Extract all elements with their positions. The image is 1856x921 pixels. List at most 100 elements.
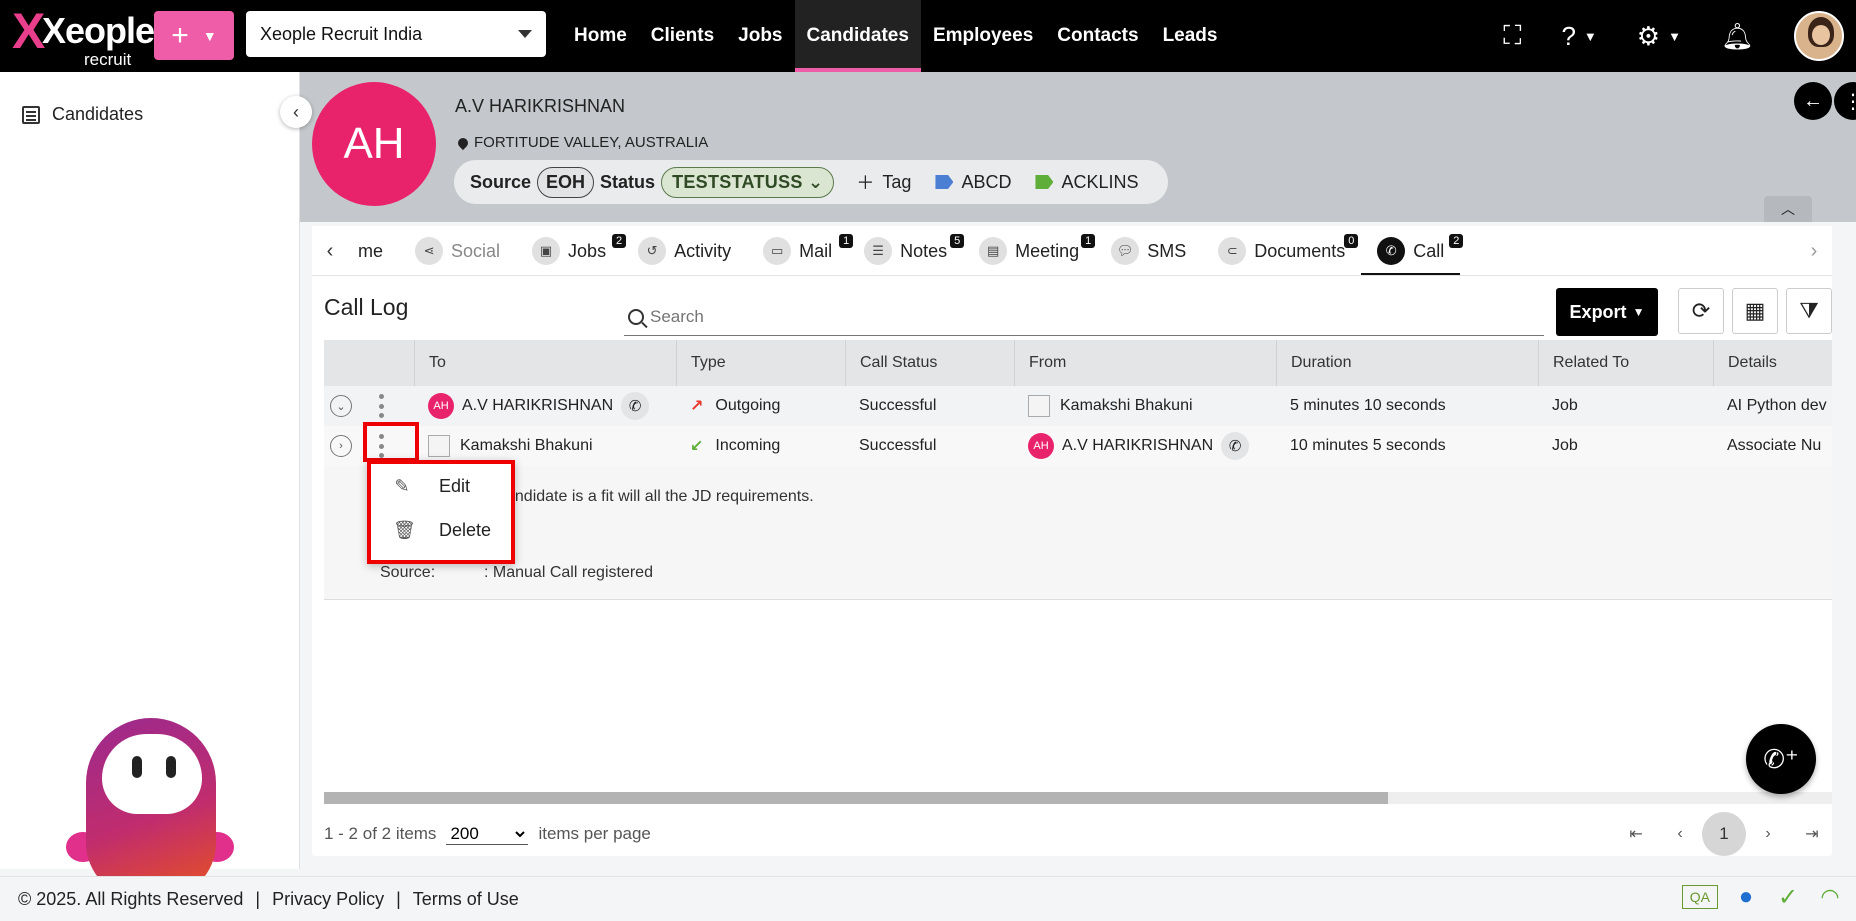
last-page-button[interactable]: ⇥ xyxy=(1790,812,1834,856)
column-from[interactable]: From xyxy=(1014,340,1276,386)
tag-icon xyxy=(1035,175,1054,189)
collapse-header-button[interactable]: ︿ xyxy=(1764,196,1812,222)
calendar-icon: ▦ xyxy=(1744,298,1766,323)
nav-employees[interactable]: Employees xyxy=(921,0,1045,72)
nav-clients[interactable]: Clients xyxy=(639,0,726,72)
column-related-to[interactable]: Related To xyxy=(1538,340,1713,386)
notification-bell-icon[interactable]: 🔔︎ xyxy=(1721,21,1754,52)
detail-source-value: : Manual Call registered xyxy=(484,564,653,581)
column-call-status[interactable]: Call Status xyxy=(845,340,1014,386)
chevron-down-icon: ⌄ xyxy=(808,171,824,192)
trash-icon: 🗑︎ xyxy=(393,520,416,540)
tab-mail[interactable]: ▭ Mail 1 xyxy=(747,226,854,275)
tab-activity[interactable]: ↺ Activity xyxy=(622,226,747,275)
column-to[interactable]: To xyxy=(414,340,676,386)
edit-menu-item[interactable]: ✎ Edit xyxy=(393,476,470,497)
column-type[interactable]: Type xyxy=(676,340,845,386)
footer: © 2025. All Rights Reserved | Privacy Po… xyxy=(0,876,1856,921)
back-arrow-button[interactable]: ← xyxy=(1794,82,1832,120)
caret-down-icon: ▼ xyxy=(1632,305,1645,319)
dropdown-arrow-icon xyxy=(518,30,532,38)
sidebar-item-candidates[interactable]: Candidates xyxy=(22,104,143,125)
phone-call-button[interactable]: ✆ xyxy=(1221,432,1250,460)
broken-image xyxy=(428,435,450,457)
tab-jobs[interactable]: ▣ Jobs 2 xyxy=(516,226,627,275)
prev-page-button[interactable]: ‹ xyxy=(1658,812,1702,856)
tab-home[interactable]: me xyxy=(342,226,399,275)
candidate-header: AH A.V HARIKRISHNAN FORTITUDE VALLEY, AU… xyxy=(300,72,1856,222)
quick-add-button[interactable]: + ▼ xyxy=(154,11,234,60)
tag-acklins[interactable]: ACKLINS xyxy=(1035,172,1138,193)
delete-menu-item[interactable]: 🗑︎ Delete xyxy=(393,520,491,541)
inbox-icon: ▭ xyxy=(763,237,792,265)
location-pin-icon xyxy=(455,135,471,150)
terms-of-use-link[interactable]: Terms of Use xyxy=(413,889,519,910)
next-page-button[interactable]: › xyxy=(1746,812,1790,856)
user-account-icon[interactable]: ● xyxy=(1732,883,1760,911)
candidate-avatar: AH xyxy=(312,82,436,206)
add-call-button[interactable]: ✆⁺ xyxy=(1746,724,1816,794)
current-page[interactable]: 1 xyxy=(1702,812,1746,856)
sidebar-collapse-button[interactable]: ‹ xyxy=(280,96,312,128)
tab-documents[interactable]: ⊂ Documents 0 xyxy=(1202,226,1361,275)
tab-sms[interactable]: 💬︎ SMS xyxy=(1095,226,1202,275)
tab-meeting[interactable]: ▤ Meeting 1 xyxy=(963,226,1096,275)
meeting-icon: ▤ xyxy=(979,237,1008,265)
left-sidebar: Candidates xyxy=(0,72,300,921)
phone-call-button[interactable]: ✆ xyxy=(621,392,650,420)
xeople-logo[interactable]: X Xeople recruit xyxy=(12,4,155,69)
tab-notes[interactable]: ☰ Notes 5 xyxy=(848,226,965,275)
table-row[interactable]: › Kamakshi Bhakuni ↙ Incoming Successful … xyxy=(324,426,1832,466)
candidate-location: FORTITUDE VALLEY, AUSTRALIA xyxy=(455,134,708,151)
more-options-button[interactable]: ⋮ xyxy=(1834,82,1856,120)
tab-social[interactable]: ⋖ Social xyxy=(399,226,516,275)
refresh-button[interactable]: ⟳ xyxy=(1678,288,1724,334)
candidate-detail-panel: me ⋖ Social ▣ Jobs 2 ↺ Activity ▭ Mail 1 ☰ Note… xyxy=(312,226,1832,856)
candidate-name: A.V HARIKRISHNAN xyxy=(455,96,626,116)
first-page-button[interactable]: ⇤ xyxy=(1614,812,1658,856)
notes-icon: ☰ xyxy=(864,237,893,265)
nav-home[interactable]: Home xyxy=(562,0,639,72)
top-navbar: X Xeople recruit + ▼ Xeople Recruit India… xyxy=(0,0,1856,72)
phone-icon: ✆ xyxy=(1377,237,1406,265)
scrollbar-thumb[interactable] xyxy=(324,792,1388,804)
status-dropdown[interactable]: TESTSTATUSS ⌄ xyxy=(661,166,835,198)
nav-candidates[interactable]: Candidates xyxy=(794,0,922,72)
settings-gear-icon[interactable]: ⚙ ▼ xyxy=(1637,21,1681,52)
search-input[interactable] xyxy=(650,306,1530,327)
tab-call[interactable]: ✆ Call 2 xyxy=(1361,226,1464,275)
grid-header: To Type Call Status From Duration Relate… xyxy=(324,340,1832,386)
call-log-search[interactable] xyxy=(624,298,1544,336)
horizontal-scrollbar[interactable] xyxy=(324,792,1832,804)
row-expand-button[interactable]: ⌄ xyxy=(330,395,352,417)
tag-abcd[interactable]: ABCD xyxy=(935,172,1011,193)
call-log-grid: To Type Call Status From Duration Relate… xyxy=(324,340,1832,824)
source-pill[interactable]: EOH xyxy=(537,166,595,198)
organization-selector[interactable]: Xeople Recruit India xyxy=(246,11,546,57)
privacy-policy-link[interactable]: Privacy Policy xyxy=(272,889,384,910)
table-row[interactable]: ⌄ AH A.V HARIKRISHNAN ✆ ↗ Outgoing Successf… xyxy=(324,386,1832,426)
tabs-scroll-left-button[interactable]: ‹ xyxy=(312,226,348,275)
items-per-page-select[interactable]: 200 xyxy=(446,823,529,845)
attachment-icon: ⊂ xyxy=(1218,237,1247,265)
nav-contacts[interactable]: Contacts xyxy=(1045,0,1150,72)
candidate-tag-bar: Source EOH Status TESTSTATUSS ⌄ ＋ Tag ABC… xyxy=(454,160,1168,204)
nav-leads[interactable]: Leads xyxy=(1151,0,1230,72)
filter-button[interactable]: ⧩ xyxy=(1786,288,1832,334)
pagination: 1 - 2 of 2 items 200 items per page ⇤ ‹ … xyxy=(324,812,1832,856)
row-menu-button[interactable] xyxy=(378,394,384,418)
column-duration[interactable]: Duration xyxy=(1276,340,1538,386)
nav-jobs[interactable]: Jobs xyxy=(726,0,794,72)
avatar: AH xyxy=(428,393,454,419)
tag-icon xyxy=(935,175,954,189)
fullscreen-icon[interactable]: ⛶ xyxy=(1503,20,1521,52)
export-button[interactable]: Export ▼ xyxy=(1556,288,1658,336)
help-icon[interactable]: ? ▼ xyxy=(1561,21,1596,52)
tabs-scroll-right-button[interactable]: › xyxy=(1796,226,1832,275)
add-tag-button[interactable]: ＋ Tag xyxy=(856,169,911,195)
row-expand-button[interactable]: › xyxy=(330,435,352,457)
user-avatar[interactable] xyxy=(1794,11,1844,61)
column-details[interactable]: Details xyxy=(1713,340,1832,386)
wifi-icon: ◠ xyxy=(1820,884,1840,909)
calendar-button[interactable]: ▦ xyxy=(1732,288,1778,334)
